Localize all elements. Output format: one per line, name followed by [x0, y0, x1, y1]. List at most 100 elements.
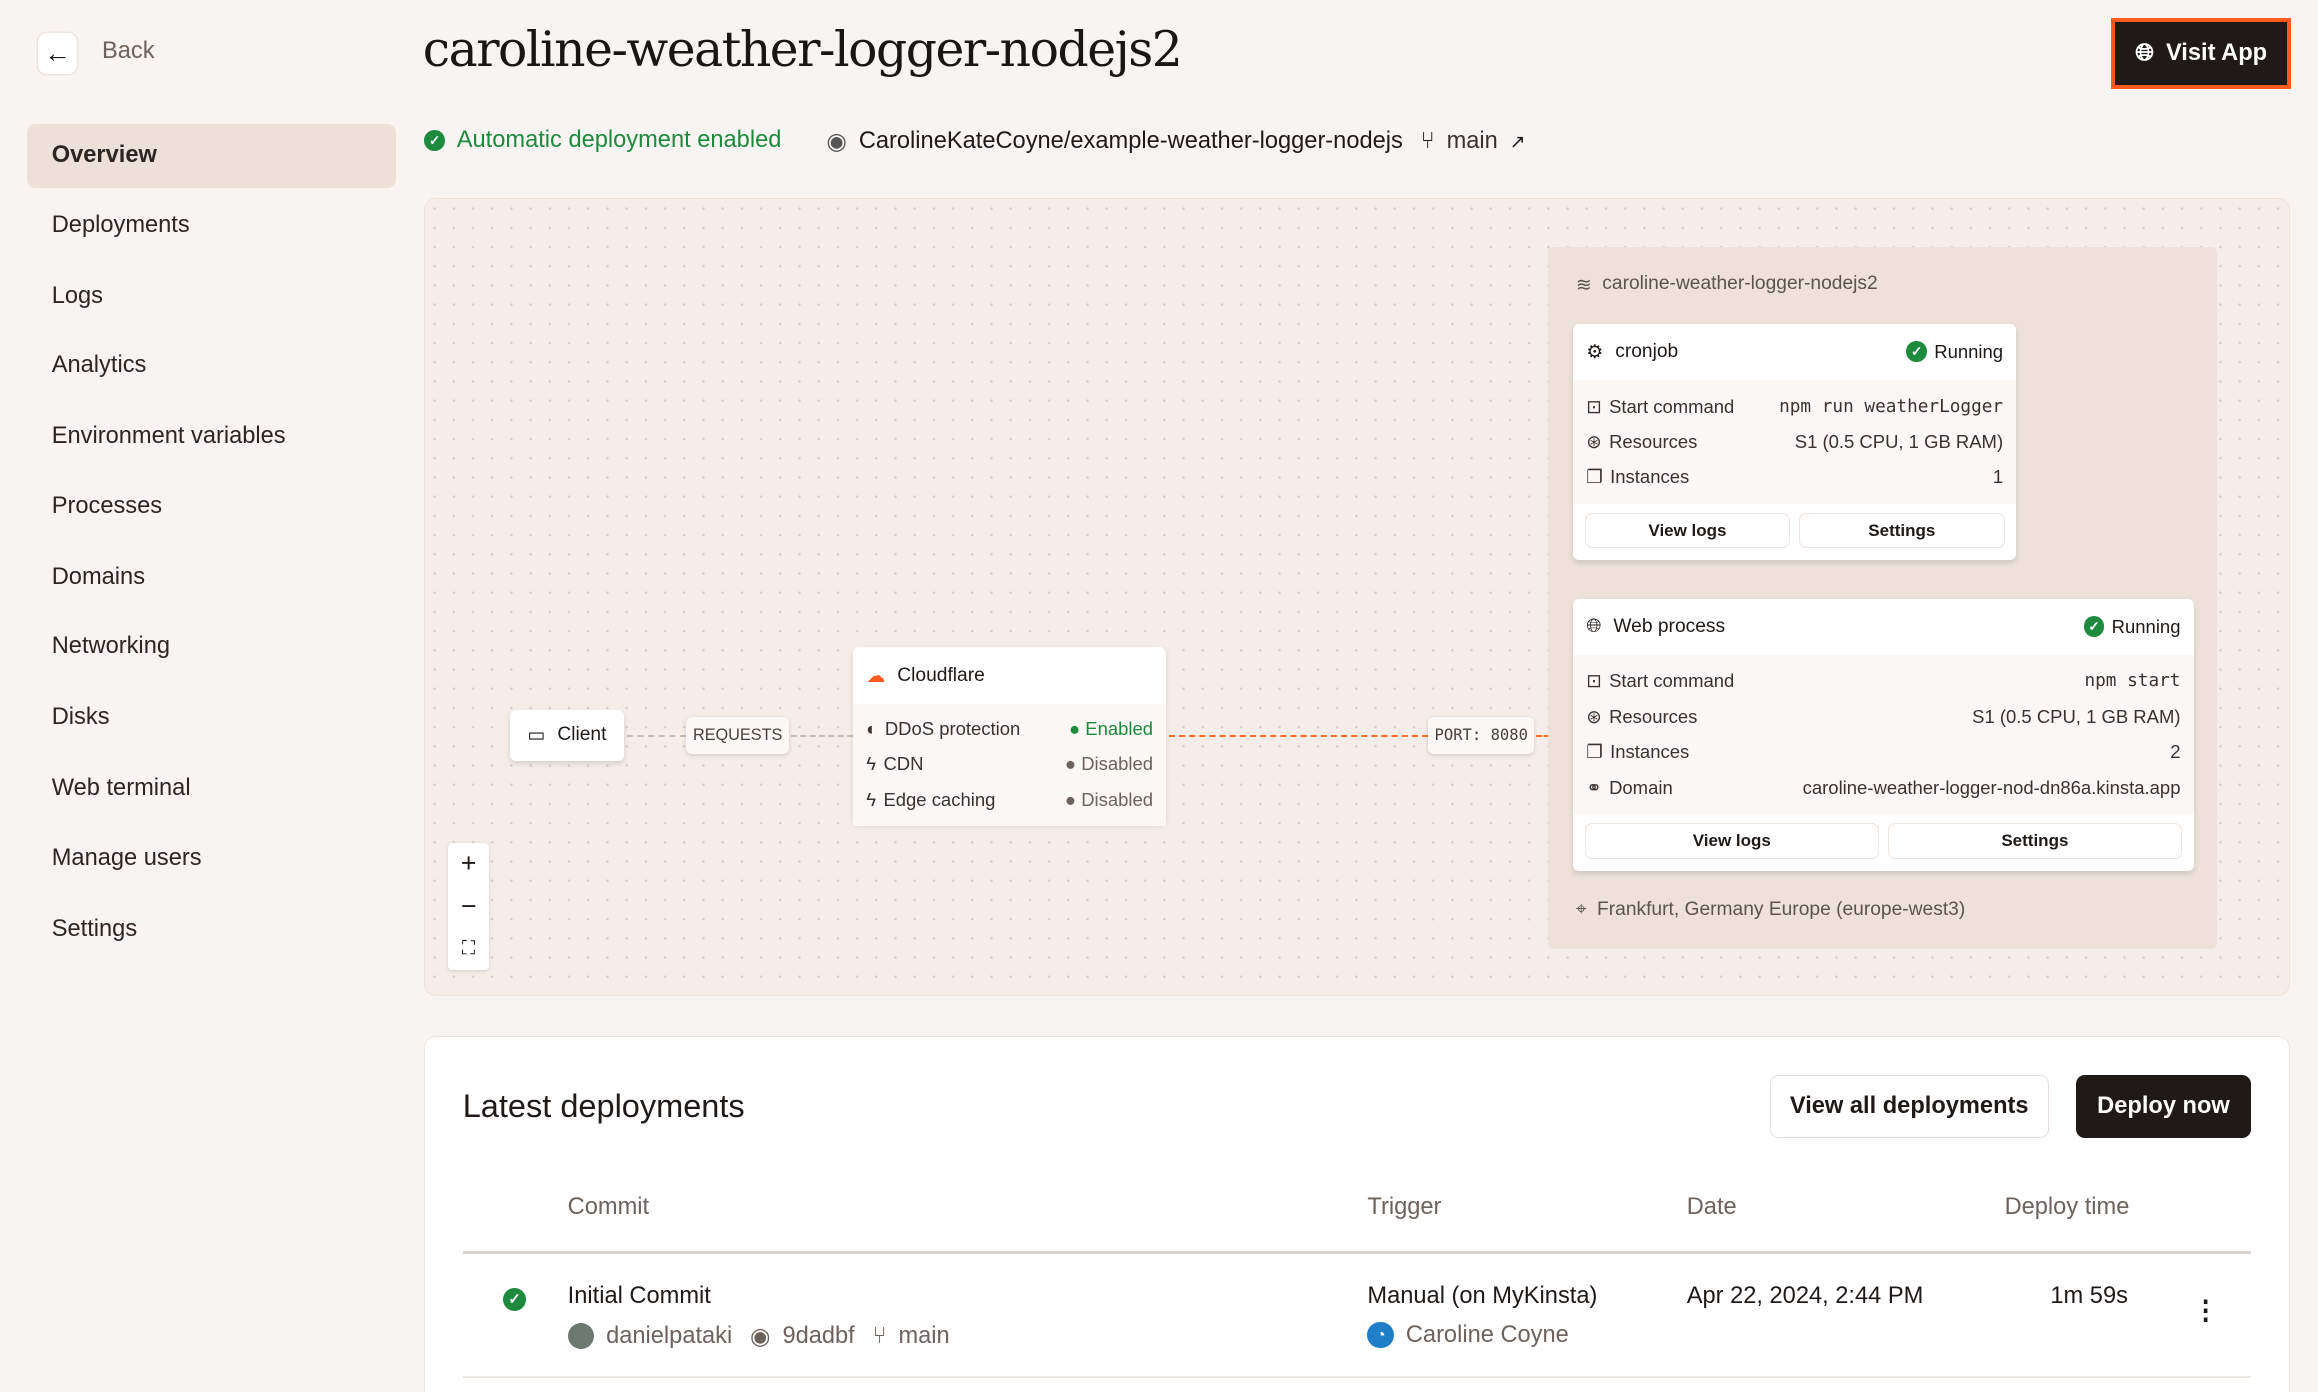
branch-icon: ⑂	[1420, 128, 1435, 155]
settings-button[interactable]: Settings	[1887, 823, 2182, 859]
column-header-trigger: Trigger	[1367, 1194, 1442, 1221]
back-button[interactable]: ←	[38, 32, 77, 74]
commit-message: Initial Commit	[567, 1283, 711, 1310]
terminal-icon: ⊡	[1586, 670, 1602, 692]
instances-value: 1	[1992, 466, 2004, 488]
auto-deploy-label: Automatic deployment enabled	[456, 127, 782, 154]
link-icon: ⚭	[1586, 776, 1602, 798]
branch-link[interactable]: main	[1447, 128, 1498, 155]
github-icon: ◉	[826, 129, 847, 156]
instances-value: 2	[2170, 741, 2181, 763]
fit-view-button[interactable]: ⛶	[448, 927, 489, 969]
client-node[interactable]: ▭ Client	[510, 709, 624, 762]
layers-icon: ≋	[1575, 275, 1592, 297]
sidebar-item-processes[interactable]: Processes	[27, 475, 397, 539]
requests-label: REQUESTS	[685, 716, 790, 754]
ddos-row: ◐ DDoS protection ● Enabled	[866, 717, 1154, 739]
visit-app-button[interactable]: 🌐︎ Visit App	[2111, 17, 2292, 89]
trigger: Manual (on MyKinsta)	[1367, 1283, 1598, 1310]
status-badge: ✓ Running	[1906, 341, 2003, 363]
resources-value: S1 (0.5 CPU, 1 GB RAM)	[1972, 705, 2181, 727]
sidebar-item-manage-users[interactable]: Manage users	[27, 826, 397, 890]
kinsta-user-icon: ◔	[1367, 1321, 1395, 1349]
resources-value: S1 (0.5 CPU, 1 GB RAM)	[1794, 430, 2004, 452]
avatar	[567, 1322, 595, 1350]
deploy-date: Apr 22, 2024, 2:44 PM	[1686, 1283, 1924, 1310]
sidebar-item-domains[interactable]: Domains	[27, 545, 397, 609]
instances-icon: ❐	[1586, 466, 1603, 488]
globe-icon: 🌐︎	[1586, 615, 1602, 637]
app-root: ← Back caroline-weather-logger-nodejs2 🌐…	[0, 0, 2318, 1392]
start-command-value: npm start	[2084, 671, 2181, 692]
page-title: caroline-weather-logger-nodejs2	[422, 20, 1183, 78]
cronjob-card: ⚙ cronjob ✓ Running ⊡ Start command npm run w…	[1572, 323, 2017, 561]
column-header-deploy-time: Deploy time	[2004, 1194, 2130, 1221]
external-link-icon: ↗	[1509, 131, 1526, 153]
zoom-controls: + − ⛶	[447, 842, 490, 970]
connector-line	[626, 734, 686, 738]
more-options-icon[interactable]: ⋮	[2192, 1295, 2219, 1326]
status-badge: ✓ Running	[2083, 616, 2180, 638]
github-icon: ◉	[749, 1323, 771, 1350]
terminal-icon: ⊡	[1586, 395, 1602, 417]
cpu-icon: ⊛	[1586, 705, 1602, 727]
sidebar-item-environment-variables[interactable]: Environment variables	[27, 405, 397, 469]
sidebar-item-settings[interactable]: Settings	[27, 897, 397, 961]
port-label: PORT: 8080	[1428, 716, 1535, 754]
location: ⌖ Frankfurt, Germany Europe (europe-west3…	[1575, 898, 1966, 920]
browser-window-icon: ▭	[527, 725, 546, 747]
cronjob-title: cronjob	[1615, 340, 1679, 362]
view-logs-button[interactable]: View logs	[1584, 823, 1879, 859]
view-logs-button[interactable]: View logs	[1584, 512, 1791, 549]
sidebar-item-overview[interactable]: Overview	[26, 124, 397, 188]
edge-caching-row: ϟ Edge caching ● Disabled	[866, 788, 1154, 810]
cdn-row: ϟ CDN ● Disabled	[866, 753, 1154, 775]
gear-icon: ⚙	[1586, 341, 1604, 363]
commit-hash-link[interactable]: 9dadbf	[782, 1323, 854, 1350]
connector-line	[790, 734, 853, 738]
sidebar-item-analytics[interactable]: Analytics	[27, 334, 397, 398]
view-all-deployments-button[interactable]: View all deployments	[1769, 1074, 2049, 1139]
cloudflare-node[interactable]: ☁ Cloudflare ◐ DDoS protection ● Enabled ϟC…	[852, 647, 1167, 827]
zoom-out-button[interactable]: −	[448, 885, 489, 927]
map-pin-icon: ⌖	[1575, 898, 1587, 920]
settings-button[interactable]: Settings	[1799, 512, 2005, 549]
group-title: ≋ caroline-weather-logger-nodejs2	[1575, 273, 1878, 297]
visit-app-label: Visit App	[2165, 39, 2268, 66]
repo-link[interactable]: CarolineKateCoyne/example-weather-logger…	[859, 128, 1403, 155]
deploy-now-button[interactable]: Deploy now	[2075, 1074, 2252, 1139]
zoom-in-button[interactable]: +	[448, 843, 489, 885]
commit-meta: danielpataki ◉ 9dadbf ⑂ main	[567, 1322, 950, 1351]
sidebar-item-networking[interactable]: Networking	[27, 615, 397, 679]
sidebar-item-web-terminal[interactable]: Web terminal	[27, 757, 397, 821]
repo-info: ◉ CarolineKateCoyne/example-weather-logge…	[826, 127, 1525, 156]
arrow-left-icon: ←	[44, 37, 71, 68]
start-command-value: npm run weatherLogger	[1779, 396, 2004, 417]
bolt-icon: ϟ	[866, 788, 877, 810]
column-header-commit: Commit	[567, 1194, 650, 1221]
globe-icon: 🌐︎	[2135, 39, 2155, 66]
web-process-card: 🌐︎ Web process ✓ Running ⊡ Start command npm …	[1572, 598, 2194, 871]
sidebar-item-deployments[interactable]: Deployments	[27, 194, 397, 258]
sidebar-item-logs[interactable]: Logs	[27, 265, 397, 329]
column-header-date: Date	[1686, 1194, 1737, 1221]
deploy-time: 1m 59s	[2050, 1283, 2128, 1310]
check-circle-icon: ✓	[424, 130, 445, 151]
connector-line-active	[1169, 734, 1429, 738]
cloud-icon: ☁	[866, 665, 886, 687]
cloudflare-title: Cloudflare	[897, 664, 985, 686]
success-icon: ✓	[502, 1287, 527, 1312]
bolt-icon: ϟ	[866, 753, 877, 775]
sidebar-item-disks[interactable]: Disks	[27, 686, 397, 750]
auto-deploy-status: ✓ Automatic deployment enabled	[424, 127, 781, 154]
client-label: Client	[557, 724, 607, 746]
web-process-title: Web process	[1613, 615, 1726, 637]
deployments-title: Latest deployments	[462, 1088, 745, 1125]
instances-icon: ❐	[1586, 741, 1603, 763]
cpu-icon: ⊛	[1586, 430, 1602, 452]
cloudflare-header: ☁ Cloudflare	[853, 647, 1166, 703]
table-row[interactable]: ✓ Initial Commit danielpataki ◉ 9dadbf ⑂ m…	[462, 1254, 2252, 1378]
branch-icon: ⑂	[872, 1322, 887, 1349]
back-link[interactable]: Back	[102, 38, 155, 65]
domain-link[interactable]: caroline-weather-logger-nod-dn86a.kinsta…	[1803, 777, 2181, 799]
